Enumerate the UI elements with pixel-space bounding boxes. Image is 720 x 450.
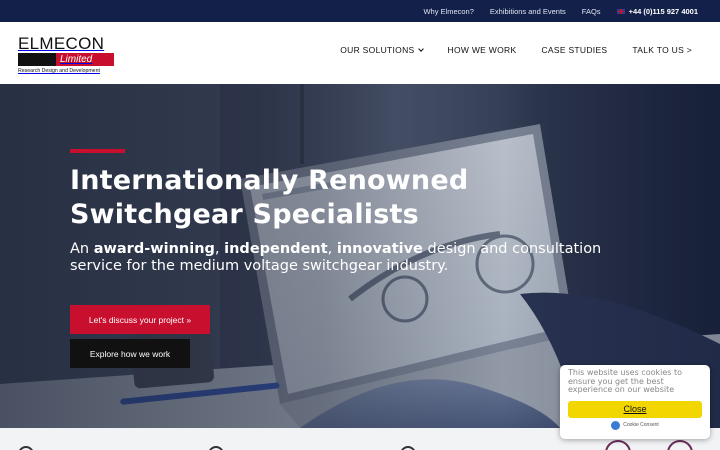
lede-text: An xyxy=(70,241,94,257)
logo[interactable]: ELMECON Limited Research Design and Deve… xyxy=(18,34,114,74)
nav-our-solutions[interactable]: OUR SOLUTIONS xyxy=(340,45,424,55)
lede-emphasis: innovative xyxy=(336,241,423,257)
logo-subtitle: Research Design and Development xyxy=(18,68,100,74)
cookie-credit-label: Cookie Consent xyxy=(623,422,659,428)
feature-circle-icon xyxy=(208,446,224,450)
logo-title: ELMECON xyxy=(18,34,105,53)
nav-case-studies[interactable]: CASE STUDIES xyxy=(541,45,607,55)
lede-emphasis: award-winning xyxy=(93,241,215,257)
cookie-consent-popup: This website uses cookies to ensure you … xyxy=(560,365,710,439)
phone-link[interactable]: +44 (0)115 927 4001 xyxy=(616,6,698,16)
nav-label: OUR SOLUTIONS xyxy=(340,45,415,55)
hero-lede: An award-winning, independent, innovativ… xyxy=(70,241,640,275)
award-badge-icon xyxy=(667,440,693,450)
logo-bar: Limited xyxy=(18,53,114,66)
chevron-down-icon xyxy=(417,46,424,52)
lede-text: , xyxy=(327,241,337,257)
logo-tag: Limited xyxy=(56,53,114,66)
site-header: ELMECON Limited Research Design and Deve… xyxy=(0,22,720,84)
uk-flag-icon xyxy=(616,8,625,14)
feature-circle-icon xyxy=(18,446,34,450)
nav-how-we-work[interactable]: HOW WE WORK xyxy=(448,45,517,55)
nav-talk-to-us[interactable]: TALK TO US > xyxy=(632,45,692,55)
headline-accent-bar xyxy=(70,149,125,153)
lede-emphasis: independent xyxy=(224,241,328,257)
hero-headline: Internationally Renowned Switchgear Spec… xyxy=(70,165,469,230)
lede-text: , xyxy=(214,241,225,257)
link-faqs[interactable]: FAQs xyxy=(582,7,601,16)
cookie-close-button[interactable]: Close xyxy=(568,400,702,418)
cookie-consent-logo-icon xyxy=(611,420,621,430)
explore-how-we-work-button[interactable]: Explore how we work xyxy=(70,339,190,368)
main-nav: OUR SOLUTIONS HOW WE WORK CASE STUDIES T… xyxy=(340,45,692,55)
feature-circle-icon xyxy=(400,446,416,450)
discuss-project-button[interactable]: Let's discuss your project » xyxy=(70,305,210,334)
award-badge-icon xyxy=(605,440,631,450)
link-exhibitions-events[interactable]: Exhibitions and Events xyxy=(490,7,566,16)
cookie-credit[interactable]: Cookie Consent xyxy=(568,420,702,430)
link-why-elmecon[interactable]: Why Elmecon? xyxy=(423,7,473,16)
top-utility-bar: Why Elmecon? Exhibitions and Events FAQs… xyxy=(0,0,720,22)
logo-bar-black xyxy=(18,53,56,66)
cookie-message: This website uses cookies to ensure you … xyxy=(568,368,683,394)
phone-number: +44 (0)115 927 4001 xyxy=(628,6,698,16)
